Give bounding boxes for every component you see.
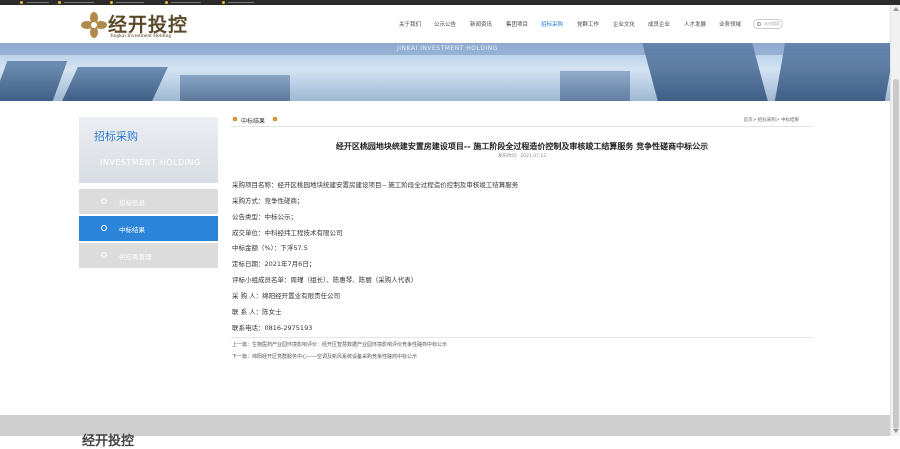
section-marker-icon (273, 117, 277, 121)
banner-building-image (0, 61, 68, 101)
browser-dot-icon (20, 1, 23, 4)
circle-bullet-icon (101, 225, 107, 231)
nav-item-members[interactable]: 成员企业 (648, 20, 670, 28)
sidebar-subtitle: INVESTMENT HOLDING (100, 158, 201, 167)
banner-building-image (642, 43, 768, 101)
browser-tab[interactable] (27, 2, 49, 3)
sidebar-item-label: 中标结果 (119, 226, 145, 234)
article-date: 发布时间：2021.07.12 (497, 154, 547, 159)
sidebar-item-supplier-mgmt[interactable]: 供应商管理 (79, 243, 218, 268)
scrollbar-thumb[interactable] (893, 79, 899, 429)
page-scrollbar[interactable] (890, 5, 900, 436)
nav-item-news[interactable]: 新闻资讯 (470, 20, 492, 28)
search-placeholder: 站内搜索 (764, 21, 780, 26)
sidebar-header: 招标采购 INVESTMENT HOLDING (79, 117, 218, 183)
article-line: 联 系 人：陈女士 (232, 308, 282, 316)
browser-tab[interactable] (171, 2, 201, 3)
article-line: 采 购 人：绵阳经开置业有限责任公司 (232, 292, 341, 300)
scroll-up-icon[interactable] (893, 7, 899, 11)
logo-text-en: Jingkai Investment Holding (110, 33, 172, 39)
article-line: 成交单位：中科经纬工程技术有限公司 (232, 229, 343, 237)
nav-item-about[interactable]: 关于我们 (399, 20, 421, 28)
breadcrumb[interactable]: 首页> 招标采购> 中标结果 (744, 117, 799, 123)
browser-dot-icon (110, 1, 113, 4)
article-line: 采购方式：竞争性磋商； (232, 197, 304, 205)
banner-building-image (62, 67, 168, 101)
search-input[interactable]: 站内搜索 (753, 19, 783, 29)
browser-tab[interactable] (228, 2, 254, 3)
nav-item-projects[interactable]: 集团项目 (506, 20, 528, 28)
browser-tab[interactable] (116, 2, 144, 3)
page-banner: JINKAI INVESTMENT HOLDING (0, 43, 890, 101)
section-header: 中标结果 首页> 招标采购> 中标结果 (231, 113, 813, 127)
article-line: 中标金额（%）：下浮57.5 (232, 244, 308, 252)
browser-dot-icon (222, 1, 225, 4)
nav-item-culture[interactable]: 企业文化 (613, 20, 635, 28)
circle-bullet-icon (101, 252, 107, 258)
nav-item-talent[interactable]: 人才发展 (684, 20, 706, 28)
divider (231, 337, 813, 338)
circle-bullet-icon (101, 198, 107, 204)
article-line: 采购项目名称：经开区桃园地块统建安置房建设项目-- 施工阶段全过程造价控制及审核… (232, 181, 519, 189)
banner-building-image (180, 75, 290, 101)
next-article-link[interactable]: 下一篇：绵阳经开区党群服务中心——空调及新风系统设备采购竞争性磋商中标公示 (232, 353, 417, 360)
article-line: 公告类型：中标公示； (232, 213, 297, 221)
article-title: 经开区桃园地块统建安置房建设项目-- 施工阶段全过程造价控制及审核竣工结算服务 … (335, 142, 709, 151)
banner-building-image (560, 71, 630, 101)
footer-logo-text: 经开投控 (82, 434, 135, 449)
sidebar-item-award-results[interactable]: 中标结果 (79, 216, 218, 241)
sidebar-item-label: 供应商管理 (119, 253, 152, 261)
article-line: 联系电话：0816-2975193 (232, 324, 313, 332)
scroll-down-icon[interactable] (893, 429, 899, 433)
site-logo[interactable]: 经开投控 Jingkai Investment Holding (80, 10, 190, 42)
article-line: 定标日期：2021年7月6日； (232, 260, 316, 268)
browser-tab[interactable] (64, 2, 94, 3)
sidebar-item-label: 招标信息 (119, 199, 145, 207)
section-title: 中标结果 (241, 118, 266, 125)
browser-dot-icon (165, 1, 168, 4)
search-icon[interactable] (757, 22, 761, 26)
sidebar: 招标采购 INVESTMENT HOLDING 招标信息 中标结果 供应商管理 (79, 117, 218, 268)
sidebar-title: 招标采购 (94, 130, 138, 143)
nav-item-announcements[interactable]: 公示公告 (434, 20, 456, 28)
sidebar-item-tender-info[interactable]: 招标信息 (79, 189, 218, 214)
site-header: 经开投控 Jingkai Investment Holding 关于我们 公示公… (0, 5, 890, 43)
nav-item-business[interactable]: 业务领域 (719, 20, 741, 28)
section-marker-icon (233, 117, 237, 121)
nav-item-procurement[interactable]: 招标采购 (541, 20, 563, 28)
site-footer: 经开投控 (0, 415, 890, 449)
article-line: 评标小组成员名单：周瑾（组长）、陈惠琴、陈丽（采购人代表） (232, 276, 418, 284)
browser-dot-icon (58, 1, 61, 4)
banner-text: JINKAI INVESTMENT HOLDING (397, 45, 498, 52)
logo-mark-icon (81, 12, 107, 38)
nav-item-party-work[interactable]: 党群工作 (577, 20, 599, 28)
prev-article-link[interactable]: 上一篇：生物医药产业园环境影响评价：经开区智慧数据产业园环境影响评价竞争性磋商中… (232, 341, 447, 348)
banner-building-image (774, 43, 890, 101)
